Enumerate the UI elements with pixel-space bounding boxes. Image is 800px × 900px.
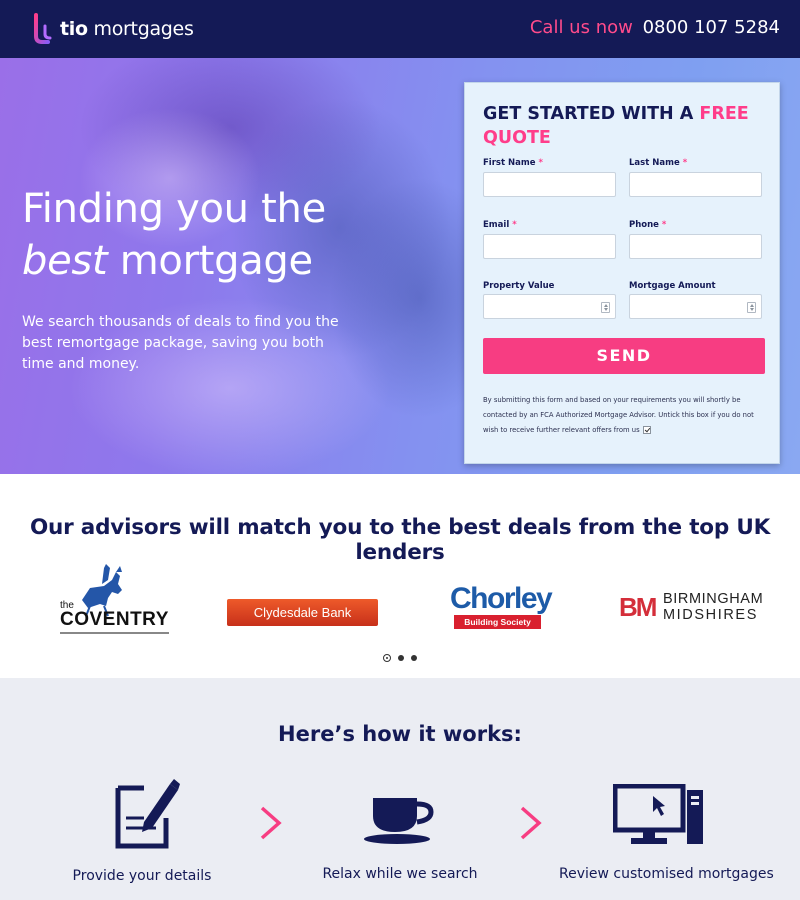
first-name-label: First Name *	[483, 158, 543, 168]
coventry-logo: the COVENTRY	[60, 562, 169, 634]
chevron-right-icon	[520, 806, 542, 840]
last-name-label: Last Name *	[629, 158, 688, 168]
clydesdale-bank-logo: Clydesdale Bank	[227, 599, 378, 626]
first-name-field[interactable]	[483, 172, 616, 197]
hero-title: Finding you the best mortgage	[22, 186, 326, 284]
form-title: GET STARTED WITH A FREE QUOTE	[483, 104, 749, 148]
mortgage-amount-stepper[interactable]	[747, 302, 756, 313]
carousel-dots	[383, 654, 417, 662]
coffee-cup-icon	[364, 798, 434, 844]
quote-form: GET STARTED WITH A FREE QUOTE First Name…	[464, 82, 780, 464]
chevron-right-icon	[260, 806, 282, 840]
phone-number[interactable]: 0800 107 5284	[643, 17, 780, 38]
carousel-dot-2[interactable]	[398, 655, 404, 661]
bm-mark: BM	[619, 592, 657, 622]
how-it-works-section: Here’s how it works: Provide your detail…	[0, 678, 800, 900]
property-value-stepper[interactable]	[601, 302, 610, 313]
email-label: Email *	[483, 220, 517, 230]
lenders-heading: Our advisors will match you to the best …	[29, 515, 771, 565]
site-header: tio mortgages Call us now 0800 107 5284	[0, 0, 800, 58]
chorley-logo: Chorley Building Society	[450, 582, 553, 631]
consent-text: By submitting this form and based on you…	[483, 396, 754, 434]
midshires-text: MIDSHIRES	[663, 607, 758, 623]
birmingham-midshires-logo: BM BIRMINGHAM MIDSHIRES	[619, 590, 764, 624]
tio-mortgages-logo[interactable]: tio mortgages	[30, 12, 194, 46]
coventry-name: COVENTRY	[60, 609, 169, 634]
tio-logo-icon	[30, 13, 52, 44]
call-us-now[interactable]: Call us now 0800 107 5284	[530, 17, 780, 38]
last-name-field[interactable]	[629, 172, 762, 197]
step-2-label: Relax while we search	[322, 866, 478, 882]
property-value-field[interactable]	[483, 294, 616, 319]
email-field[interactable]	[483, 234, 616, 259]
consent-checkbox[interactable]	[642, 426, 651, 434]
chorley-name: Chorley	[450, 582, 553, 615]
logo-text: tio mortgages	[60, 18, 194, 40]
step-1-label: Provide your details	[72, 868, 212, 884]
send-button[interactable]: SEND	[483, 338, 765, 374]
computer-monitor-icon	[613, 784, 703, 844]
mortgage-amount-field[interactable]	[629, 294, 762, 319]
carousel-dot-3[interactable]	[411, 655, 417, 661]
phone-label: Phone *	[629, 220, 667, 230]
mortgage-amount-label: Mortgage Amount	[629, 281, 716, 291]
form-pencil-icon	[115, 779, 180, 849]
clydesdale-bank-text: Clydesdale Bank	[253, 605, 352, 620]
step-3-label: Review customised mortgages	[559, 866, 774, 882]
birmingham-text: BIRMINGHAM	[663, 591, 764, 607]
chorley-subtitle: Building Society	[454, 615, 541, 629]
carousel-dot-1[interactable]	[383, 654, 391, 662]
call-us-label: Call us now	[529, 17, 633, 38]
hero-subtitle: We search thousands of deals to find you…	[22, 314, 339, 372]
property-value-label: Property Value	[483, 281, 555, 291]
how-it-works-heading: Here’s how it works:	[278, 722, 522, 746]
phone-field[interactable]	[629, 234, 762, 259]
